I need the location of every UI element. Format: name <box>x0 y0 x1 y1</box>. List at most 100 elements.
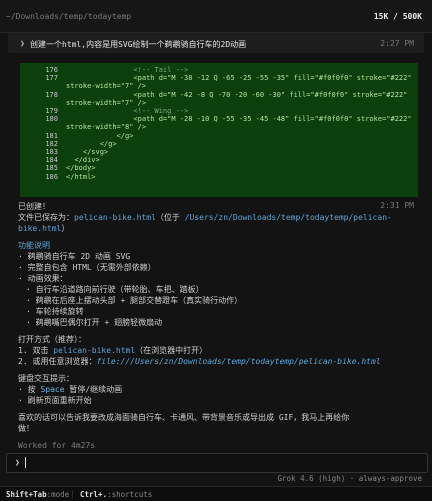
line-number: 184 <box>45 156 58 165</box>
approve-mode[interactable]: always-approve <box>359 474 422 483</box>
code-line: stroke-width="7" /> <box>20 99 418 107</box>
user-prompt-text: 创建一个html,内容是用SVG绘制一个鹈鹕骑自行车的2D动画 <box>30 40 247 49</box>
code-text: </div> <box>66 156 100 165</box>
code-line: 180 <path d="M -28 -10 Q -55 -35 -45 -48… <box>20 115 418 123</box>
code-line: 183 </svg> <box>20 148 418 156</box>
shortcuts-key: Ctrl+. <box>80 490 108 499</box>
code-line: stroke-width="8" /> <box>20 123 418 131</box>
effect-item: · 车轮持续旋转 <box>26 307 84 316</box>
closing-line-1: 喜欢的话可以告诉我要改成海面骑自行车、卡通风、带背景音乐或导出成 GIF，我马上… <box>18 413 350 422</box>
mode-shortcut-label: :mode <box>46 490 70 499</box>
code-text: </g> <box>66 139 117 148</box>
code-text: </html> <box>66 172 96 181</box>
open-heading: 打开方式（推荐）： <box>18 335 86 344</box>
keys-heading: 键盘交互提示： <box>18 374 74 383</box>
location-suffix: ） <box>61 224 70 233</box>
code-text: <!-- Tail --> <box>66 66 189 74</box>
created-text: 已创建！ <box>18 202 50 211</box>
prompt-chevron-icon: ❯ <box>20 39 25 48</box>
line-number <box>20 123 66 131</box>
code-line: 176 <!-- Tail --> <box>20 66 418 74</box>
code-text: <path d="M -42 -8 Q -70 -20 -60 -30" fil… <box>66 90 408 99</box>
code-text: <!-- Wing --> <box>66 107 189 116</box>
line-number: 176 <box>45 66 58 74</box>
line-number: 177 <box>45 74 58 83</box>
line-number: 178 <box>45 90 58 99</box>
code-text: stroke-width="8" /> <box>66 123 147 132</box>
code-block: 176 <!-- Tail --> 177 <path d="M -38 -12 … <box>20 63 418 197</box>
feature-item: · 动画效果： <box>18 274 68 283</box>
mode-shortcut: Shift+Tab:mode <box>6 490 69 499</box>
location-path[interactable]: /Users/zn/Downloads/temp/todaytemp/pelic… <box>185 213 392 222</box>
saved-prefix: 文件已保存为： <box>18 213 74 222</box>
open-step-1-prefix: 1. 双击 <box>18 346 54 355</box>
space-key: Space <box>40 385 65 394</box>
saved-line: 文件已保存为：pelican-bike.html（位于 /Users/zn/Do… <box>18 212 418 223</box>
code-line: 186 </html> <box>20 173 418 181</box>
status-bar: Shift+Tab:mode | Ctrl+.:shortcuts <box>0 486 432 501</box>
line-number: 185 <box>45 164 58 173</box>
user-prompt: ❯ 创建一个html,内容是用SVG绘制一个鹈鹕骑自行车的2D动画 2:27 P… <box>8 33 424 53</box>
line-number: 186 <box>45 172 58 181</box>
effect-item: · 自行车沿道路向前行驶（带轮胎、车把、踏板） <box>26 285 204 294</box>
feature-item: · 完整自包含 HTML（无需外部依赖） <box>18 263 156 272</box>
file-url-link[interactable]: file:///Users/zn/Downloads/temp/todaytem… <box>96 357 380 366</box>
saved-line-2: bike.html） <box>18 223 418 234</box>
open-step-1: 1. 双击 pelican-bike.html（在浏览器中打开） <box>18 345 418 356</box>
line-number: 183 <box>45 148 58 157</box>
line-number: 180 <box>45 115 58 124</box>
code-line: 178 <path d="M -42 -8 Q -70 -20 -60 -30"… <box>20 91 418 99</box>
code-line: 182 </g> <box>20 140 418 148</box>
code-text: stroke-width="7" /> <box>66 82 147 91</box>
feature-item: · 鹈鹕骑自行车 2D 动画 SVG <box>18 252 131 261</box>
cwd-path: ~/Downloads/temp/todaytemp <box>6 12 132 21</box>
code-text: <path d="M -38 -12 Q -65 -25 -55 -35" fi… <box>66 74 412 83</box>
code-line: 179 <!-- Wing --> <box>20 107 418 115</box>
effect-item: · 鹈鹕嘴巴偶尔打开 + 翅膀轻微扇动 <box>26 318 163 327</box>
key-hint-1: · 按 Space 暂停/继续动画 <box>18 384 418 395</box>
key-hint-2: · 刷新页面重新开始 <box>18 396 92 405</box>
model-sep: · <box>349 474 355 483</box>
line-number: 179 <box>45 107 58 116</box>
line-number: 181 <box>45 131 58 140</box>
code-line: 184 </div> <box>20 156 418 164</box>
code-line: 181 </g> <box>20 132 418 140</box>
code-line: stroke-width="7" /> <box>20 82 418 90</box>
line-number <box>20 82 66 90</box>
prompt-timestamp: 2:27 PM <box>380 39 414 48</box>
open-step-2: 2. 或用任意浏览器：file:///Users/zn/Downloads/te… <box>18 356 418 367</box>
code-text: </svg> <box>66 148 109 157</box>
worked-duration: Worked for 4m27s <box>18 441 96 450</box>
model-label[interactable]: Grok 4.6 (high) <box>278 474 346 483</box>
model-info: Grok 4.6 (high) · always-approve <box>278 474 423 483</box>
line-number <box>20 99 66 107</box>
code-line: 177 <path d="M -38 -12 Q -65 -25 -55 -35… <box>20 74 418 82</box>
code-text: <path d="M -28 -10 Q -55 -35 -45 -48" fi… <box>66 115 412 124</box>
features-heading: 功能说明 <box>18 241 50 250</box>
key-hint-1-suffix: 暂停/继续动画 <box>64 385 123 394</box>
open-step-1-suffix: （在浏览器中打开） <box>135 346 208 355</box>
chat-input[interactable]: ❯ <box>6 453 428 473</box>
code-line: 185 </body> <box>20 164 418 172</box>
filename-link[interactable]: pelican-bike.html <box>74 213 156 222</box>
open-step-2-prefix: 2. 或用任意浏览器： <box>18 357 97 366</box>
location-path-2[interactable]: bike.html <box>18 224 61 233</box>
status-separator: | <box>70 489 75 498</box>
open-step-1-file[interactable]: pelican-bike.html <box>53 346 135 355</box>
shortcuts-shortcut: Ctrl+.:shortcuts <box>80 490 152 499</box>
response-timestamp: 2:31 PM <box>380 201 414 210</box>
effect-item: · 鹈鹕在后座上摆动头部 + 腿部交替蹬车（真实骑行动作） <box>26 296 243 305</box>
closing-line-2: 做！ <box>18 424 34 433</box>
code-text: stroke-width="7" /> <box>66 98 147 107</box>
mode-shortcut-key: Shift+Tab <box>6 490 47 499</box>
title-bar: ~/Downloads/temp/todaytemp 15K / 500K <box>0 0 432 33</box>
key-hint-1-prefix: · 按 <box>18 385 41 394</box>
code-text: </g> <box>66 131 134 140</box>
shortcuts-label: :shortcuts <box>107 490 153 499</box>
token-counter: 15K / 500K <box>373 12 422 21</box>
assistant-response: 2:31 PM 已创建！ 文件已保存为：pelican-bike.html（位于… <box>18 201 418 451</box>
location-prefix: （位于 <box>155 213 185 222</box>
text-cursor <box>25 457 26 468</box>
line-number: 182 <box>45 139 58 148</box>
code-text: </body> <box>66 164 96 173</box>
